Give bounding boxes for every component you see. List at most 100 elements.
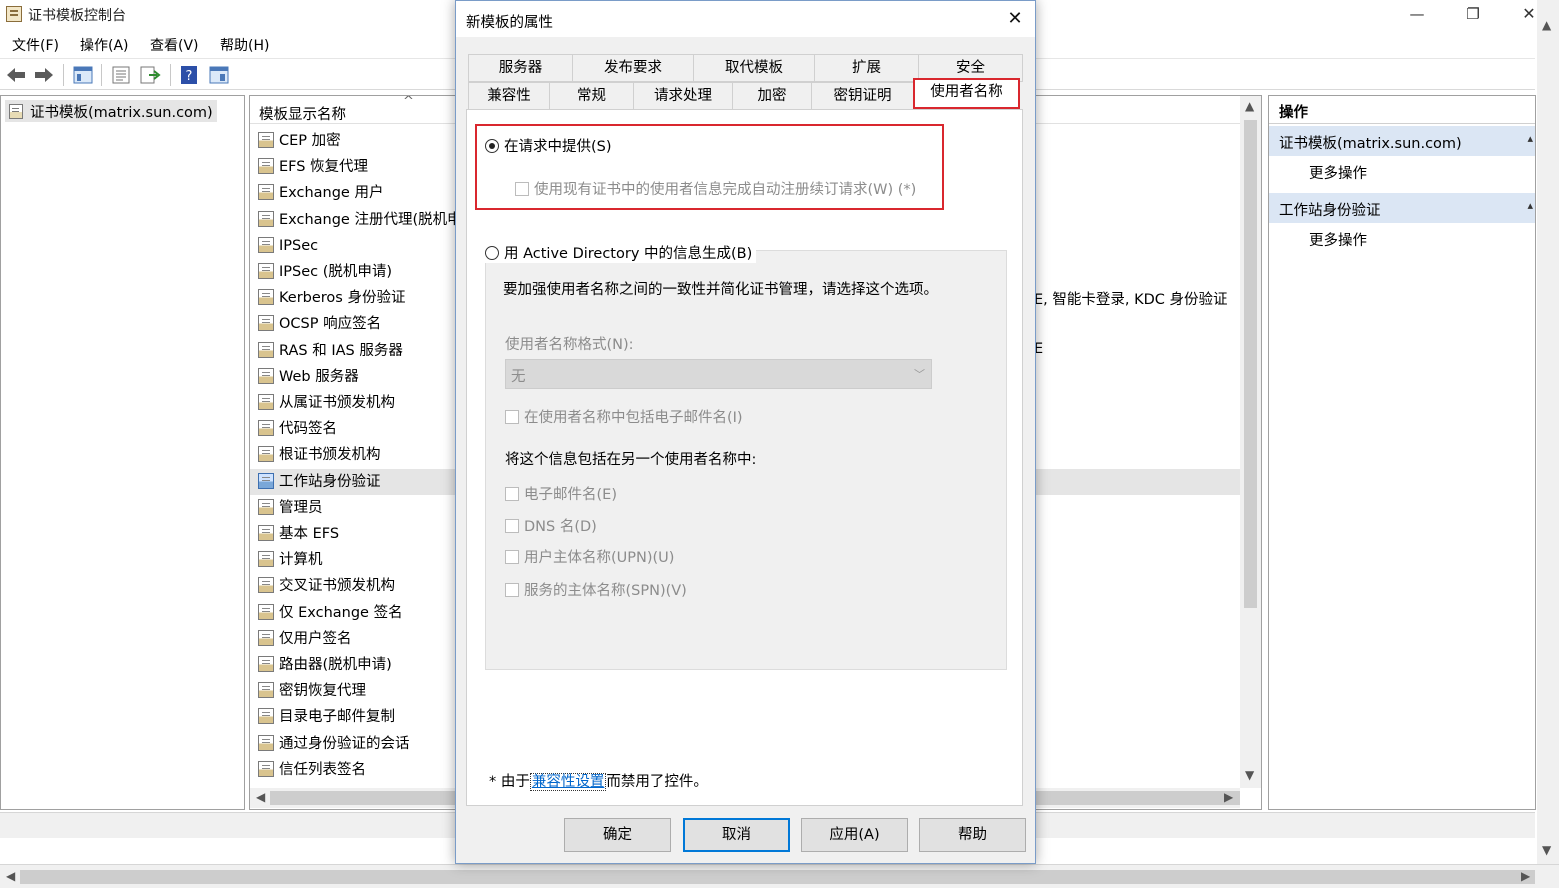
supply-in-request-radio[interactable]: 在请求中提供(S) [485,135,612,156]
list-item-label: IPSec [279,237,319,254]
tab-cryptography[interactable]: 加密 [732,82,812,110]
minimize-icon[interactable]: — [1402,4,1432,24]
dialog-close-icon[interactable]: ✕ [1001,7,1029,31]
menu-file[interactable]: 文件(F) [12,35,59,55]
checkbox-icon [505,583,519,597]
toolbar-separator [101,64,102,86]
window-vertical-scrollbar[interactable]: ▲ ▼ [1537,0,1559,864]
certificate-template-icon [258,629,274,646]
list-item-label: 信任列表签名 [279,761,366,778]
list-item-label: RAS 和 IAS 服务器 [279,342,403,359]
alt-spn-checkbox[interactable]: 服务的主体名称(SPN)(V) [505,579,687,600]
toolbar-separator [170,64,171,86]
checkbox-icon [515,182,529,196]
ok-button[interactable]: 确定 [564,818,671,852]
back-arrow-icon[interactable] [5,65,27,85]
list-item-label: IPSec (脱机申请) [279,264,393,280]
reuse-subject-checkbox[interactable]: 使用现有证书中的使用者信息完成自动注册续订请求(W) (*) [515,178,916,199]
list-trailing-text: E, 智能卡登录, KDC 身份验证 [1034,292,1228,308]
tab-compatibility[interactable]: 兼容性 [468,82,550,110]
name-format-label: 使用者名称格式(N): [505,337,634,353]
list-item-label: 通过身份验证的会话 [279,735,410,752]
show-tree-icon[interactable] [72,65,94,85]
tree-root-label: 证书模板(matrix.sun.com) [30,105,213,121]
column-header-name[interactable]: 模板显示名称 [259,103,346,124]
certificate-template-icon [258,132,274,148]
export-list-icon[interactable] [139,65,161,85]
certificate-template-icon [258,158,274,175]
action-group-templates[interactable]: 证书模板(matrix.sun.com) [1269,126,1535,156]
checkbox-icon [505,487,519,501]
scroll-thumb[interactable] [1244,120,1257,608]
tab-extensions[interactable]: 扩展 [814,54,919,82]
list-item-label: 计算机 [279,552,323,569]
action-panel: 操作 证书模板(matrix.sun.com) 更多操作 工作站身份验证 更多操… [1268,95,1536,810]
radio-selected-icon [485,139,499,153]
cancel-button[interactable]: 取消 [683,818,790,852]
certificate-template-icon [258,367,274,384]
certificate-template-icon [258,603,274,620]
scroll-right-icon[interactable]: ▶ [1224,790,1233,804]
scroll-up-icon[interactable]: ▲ [1245,99,1254,113]
scroll-down-icon[interactable]: ▼ [1542,843,1551,857]
help-button[interactable]: 帮助 [919,818,1026,852]
name-format-select[interactable]: 无 ﹀ [505,359,932,389]
more-actions-link[interactable]: 更多操作 [1309,229,1367,250]
build-from-ad-radio[interactable]: 用 Active Directory 中的信息生成(B) [481,242,757,263]
list-item-label: EFS 恢复代理 [279,159,369,176]
certificate-templates-icon [9,104,23,119]
tab-superseded-templates[interactable]: 取代模板 [693,54,815,82]
footnote-suffix: 而禁用了控件。 [606,774,708,790]
action-group-workstation-auth[interactable]: 工作站身份验证 [1269,193,1535,223]
action-panel-title: 操作 [1269,96,1535,124]
tab-general[interactable]: 常规 [549,82,634,110]
dialog-titlebar: 新模板的属性 ✕ [456,1,1035,37]
list-item-label: 根证书颁发机构 [279,447,381,464]
alt-name-heading: 将这个信息包括在另一个使用者名称中: [505,452,757,468]
window-horizontal-scrollbar[interactable]: ◀ ▶ [0,864,1559,888]
template-properties-dialog: 新模板的属性 ✕ 服务器 发布要求 取代模板 扩展 安全 兼容性 常规 请求处理… [455,0,1036,864]
tab-subject-name[interactable]: 使用者名称 [913,78,1020,109]
more-actions-link[interactable]: 更多操作 [1309,162,1367,183]
alt-upn-checkbox[interactable]: 用户主体名称(UPN)(U) [505,546,674,567]
list-item-label: 工作站身份验证 [279,473,381,490]
certificate-template-icon [258,184,274,201]
tab-issuance-requirements[interactable]: 发布要求 [572,54,694,82]
compatibility-footnote: * 由于 兼容性设置 而禁用了控件。 [489,770,708,791]
alt-dns-label: DNS 名(D) [524,519,597,535]
tab-key-attestation[interactable]: 密钥证明 [811,82,914,110]
dialog-title: 新模板的属性 [466,15,553,31]
scroll-right-icon[interactable]: ▶ [1521,869,1530,883]
supply-in-request-label: 在请求中提供(S) [504,139,612,155]
scroll-thumb[interactable] [20,870,1535,884]
tab-server[interactable]: 服务器 [468,54,573,82]
tab-request-handling[interactable]: 请求处理 [633,82,733,110]
list-item-label: Exchange 用户 [279,185,384,202]
forward-arrow-icon[interactable] [33,65,55,85]
list-item-label: CEP 加密 [279,133,341,149]
tree-root-item[interactable]: 证书模板(matrix.sun.com) [5,100,217,122]
scroll-left-icon[interactable]: ◀ [6,869,15,883]
certificate-template-icon [258,708,274,725]
chevron-down-icon: ﹀ [914,368,925,381]
menu-help[interactable]: 帮助(H) [220,35,269,55]
alt-dns-checkbox[interactable]: DNS 名(D) [505,515,597,536]
list-item-label: OCSP 响应签名 [279,316,382,333]
properties-icon[interactable] [110,65,132,85]
scroll-left-icon[interactable]: ◀ [256,790,265,804]
list-vertical-scrollbar[interactable]: ▲ ▼ [1240,96,1261,788]
subject-name-tab-page: 在请求中提供(S) 使用现有证书中的使用者信息完成自动注册续订请求(W) (*)… [466,109,1023,806]
alt-email-checkbox[interactable]: 电子邮件名(E) [505,483,617,504]
maximize-icon[interactable]: ❐ [1458,4,1488,24]
certificate-template-icon [258,420,274,437]
compatibility-settings-link[interactable]: 兼容性设置 [529,773,607,791]
scroll-down-icon[interactable]: ▼ [1245,768,1254,782]
apply-button[interactable]: 应用(A) [801,818,908,852]
menu-view[interactable]: 查看(V) [150,35,199,55]
menu-action[interactable]: 操作(A) [80,35,129,55]
include-email-checkbox[interactable]: 在使用者名称中包括电子邮件名(I) [505,406,743,427]
console-icon[interactable] [208,65,230,85]
help-icon[interactable]: ? [179,65,201,85]
scroll-up-icon[interactable]: ▲ [1542,18,1551,32]
alt-upn-label: 用户主体名称(UPN)(U) [524,550,675,566]
